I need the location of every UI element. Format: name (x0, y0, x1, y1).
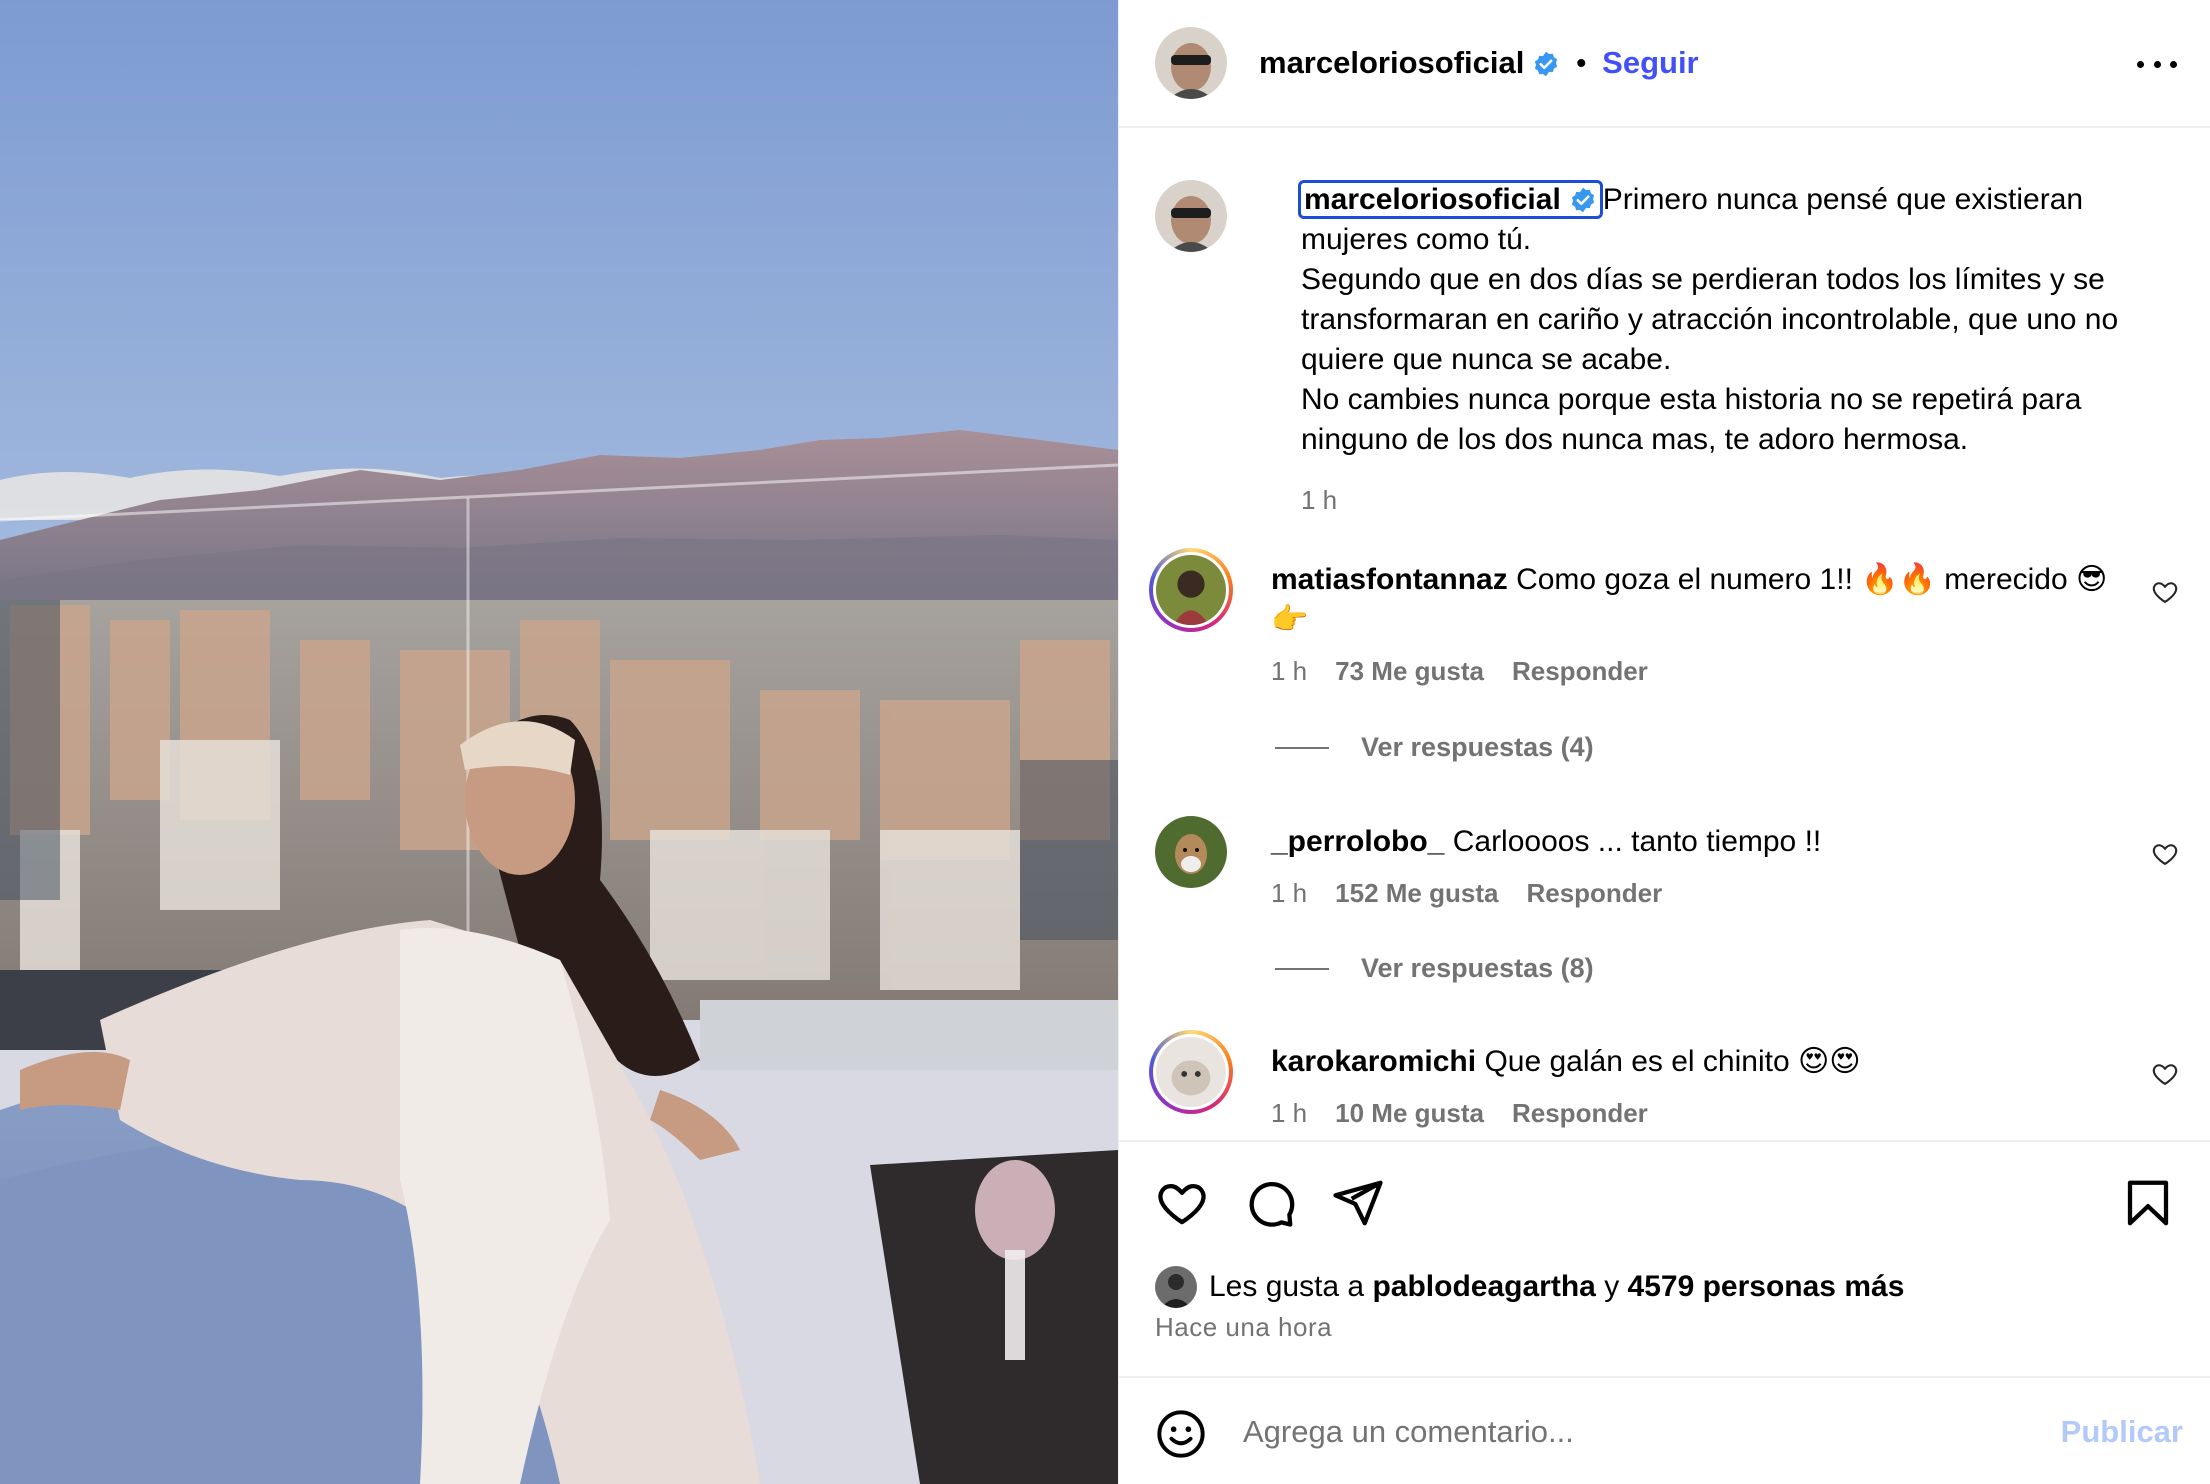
bookmark-icon[interactable] (2121, 1176, 2175, 1230)
caption-line: mujeres como tú. (1301, 223, 1532, 256)
comment-bubble-icon[interactable] (1243, 1176, 1297, 1230)
caption-line: transformaran en cariño y atracción inco… (1301, 303, 2119, 336)
likes-summary: Les gusta a pablodeagartha y 4579 person… (1155, 1266, 1904, 1308)
comment-likes[interactable]: 73 Me gusta (1335, 656, 1484, 687)
view-replies-label: Ver respuestas (8) (1361, 953, 1594, 983)
comment-meta: 1 h 152 Me gusta Responder (1271, 878, 1662, 909)
view-replies-button[interactable]: Ver respuestas (4) (1275, 732, 1594, 763)
more-horizontal-icon[interactable] (2137, 44, 2177, 84)
comment-input[interactable] (1243, 1404, 2023, 1460)
comment-body: Que galán es el chinito 😍😍 (1484, 1045, 1861, 1078)
comment-heart-icon[interactable] (2151, 1060, 2179, 1088)
replies-divider (1275, 967, 1329, 970)
publish-button[interactable]: Publicar (2061, 1414, 2183, 1450)
reply-button[interactable]: Responder (1512, 656, 1648, 687)
post-photo (0, 0, 1118, 1484)
verified-badge-icon (1569, 186, 1597, 214)
comment-timestamp[interactable]: 1 h (1271, 1098, 1307, 1129)
comment-text: karokaromichi Que galán es el chinito 😍😍 (1271, 1042, 2111, 1082)
caption-line: Primero nunca pensé que existieran (1602, 183, 2084, 216)
header-separator: • (1576, 47, 1587, 78)
comment-body: Carloooos ... tanto tiempo !! (1452, 825, 1822, 858)
comment-likes[interactable]: 152 Me gusta (1335, 878, 1498, 909)
likes-prefix: Les gusta a (1209, 1270, 1365, 1303)
verified-badge-icon (1532, 50, 1560, 78)
reply-button[interactable]: Responder (1526, 878, 1662, 909)
liker-avatar[interactable] (1155, 1266, 1197, 1308)
liker-username[interactable]: pablodeagartha (1372, 1270, 1595, 1304)
comment-text: matiasfontannaz Como goza el numero 1!! … (1271, 560, 2111, 640)
view-replies-button[interactable]: Ver respuestas (8) (1275, 953, 1594, 984)
likes-connector: y (1604, 1270, 1620, 1303)
comment-composer: Publicar (1119, 1376, 2210, 1484)
comment-timestamp[interactable]: 1 h (1271, 878, 1307, 909)
story-ring[interactable] (1149, 1030, 1233, 1114)
commenter-username[interactable]: _perrolobo_ (1271, 825, 1444, 858)
post-timestamp[interactable]: Hace una hora (1155, 1312, 1332, 1343)
commenter-avatar[interactable] (1155, 816, 1227, 888)
caption-timestamp[interactable]: 1 h (1301, 480, 2181, 520)
commenter-avatar[interactable] (1156, 1037, 1226, 1107)
smiley-icon[interactable] (1155, 1408, 1207, 1460)
commenter-username[interactable]: matiasfontannaz (1271, 563, 1508, 596)
comments-list[interactable]: marceloriosoficial Primero nunca pensé qu… (1119, 130, 2210, 1140)
post-details-panel: marceloriosoficial • Seguir marcelorioso… (1118, 0, 2210, 1484)
post-header: marceloriosoficial • Seguir (1119, 0, 2210, 128)
follow-button[interactable]: Seguir (1602, 45, 1698, 81)
comment-heart-icon[interactable] (2151, 578, 2179, 606)
commenter-avatar[interactable] (1156, 555, 1226, 625)
caption-line: No cambies nunca porque esta historia no… (1301, 383, 2082, 416)
likes-count[interactable]: 4579 personas más (1628, 1270, 1905, 1304)
author-username[interactable]: marceloriosoficial (1259, 45, 1560, 81)
reply-button[interactable]: Responder (1512, 1098, 1648, 1129)
comment-likes[interactable]: 10 Me gusta (1335, 1098, 1484, 1129)
author-avatar[interactable] (1155, 27, 1227, 99)
story-ring[interactable] (1149, 548, 1233, 632)
heart-icon[interactable] (1155, 1176, 1209, 1230)
paper-plane-icon[interactable] (1331, 1176, 1385, 1230)
replies-divider (1275, 746, 1329, 749)
caption-line: Segundo que en dos días se perdieran tod… (1301, 263, 2105, 296)
comment-timestamp[interactable]: 1 h (1271, 656, 1307, 687)
caption-line: ninguno de los dos nunca mas, te adoro h… (1301, 423, 1969, 456)
caption-line: quiere que nunca se acabe. (1301, 343, 1672, 376)
comment-meta: 1 h 73 Me gusta Responder (1271, 656, 1648, 687)
caption-username[interactable]: marceloriosoficial (1298, 180, 1603, 219)
post-actions: Les gusta a pablodeagartha y 4579 person… (1119, 1140, 2210, 1376)
commenter-username[interactable]: karokaromichi (1271, 1045, 1476, 1078)
comment-text: _perrolobo_ Carloooos ... tanto tiempo !… (1271, 822, 2111, 862)
comment-heart-icon[interactable] (2151, 840, 2179, 868)
caption-author-avatar[interactable] (1155, 180, 1227, 252)
comment-meta: 1 h 10 Me gusta Responder (1271, 1098, 1648, 1129)
view-replies-label: Ver respuestas (4) (1361, 732, 1594, 762)
